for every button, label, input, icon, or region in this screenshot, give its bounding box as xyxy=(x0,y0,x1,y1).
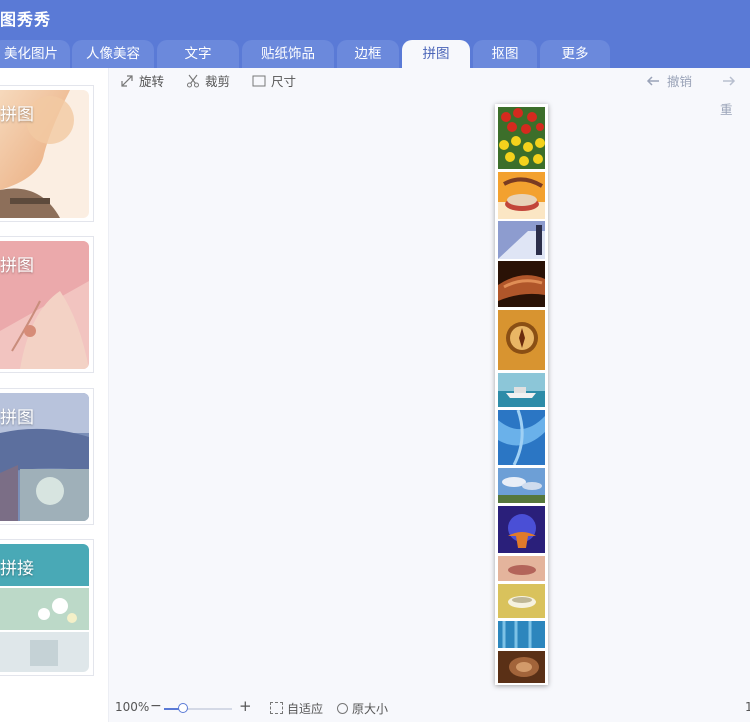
zoom-out-button[interactable]: − xyxy=(150,698,162,714)
rotate-button[interactable]: 旋转 xyxy=(120,68,164,96)
collage-photo-flowers[interactable] xyxy=(498,107,545,169)
collage-photo-lips[interactable] xyxy=(498,556,545,581)
template-label: 拼接 xyxy=(0,559,34,579)
tab-text[interactable]: 文字 xyxy=(157,40,239,68)
fit-label: 自适应 xyxy=(287,702,324,716)
tab-beautify[interactable]: 美化图片 xyxy=(0,40,70,68)
collage-photo-night[interactable] xyxy=(498,506,545,553)
size-button[interactable]: 尺寸 xyxy=(252,68,296,96)
app-title: 图秀秀 xyxy=(0,10,52,29)
collage-photo-film[interactable] xyxy=(498,172,545,219)
zoom-level: 100% xyxy=(115,700,150,714)
tab-collage[interactable]: 拼图 xyxy=(402,40,470,68)
template-card-3[interactable]: 拼图 xyxy=(0,388,94,525)
undo-label: 撤销 xyxy=(667,74,693,89)
arrow-left-icon xyxy=(646,76,659,86)
collage-photo-skin[interactable] xyxy=(498,261,545,307)
collage-photo-sky[interactable] xyxy=(498,468,545,503)
resize-icon xyxy=(252,75,266,87)
collage-photo-compass[interactable] xyxy=(498,310,545,370)
main-tabs: 美化图片 人像美容 文字 贴纸饰品 边框 拼图 抠图 更多 xyxy=(0,40,750,68)
scissors-icon xyxy=(187,74,199,88)
crop-label: 裁剪 xyxy=(205,74,231,89)
rotate-label: 旋转 xyxy=(139,74,165,89)
tab-cutout[interactable]: 抠图 xyxy=(473,40,537,68)
tab-frames[interactable]: 边框 xyxy=(337,40,399,68)
magnifier-icon xyxy=(337,703,348,714)
template-label: 拼图 xyxy=(0,256,34,276)
tab-stickers[interactable]: 贴纸饰品 xyxy=(242,40,334,68)
template-card-2[interactable]: 拼图 xyxy=(0,236,94,373)
fit-button[interactable]: 自适应 xyxy=(270,700,323,717)
crop-button[interactable]: 裁剪 xyxy=(186,68,230,96)
redo-button[interactable]: 重 xyxy=(720,68,750,117)
title-bar: 图秀秀 美化图片 人像美容 文字 贴纸饰品 边框 拼图 抠图 更多 xyxy=(0,0,750,68)
edit-toolbar: 旋转 裁剪 尺寸 撤销 重 xyxy=(108,68,750,117)
template-panel: 拼图 拼图 拼图 拼接 xyxy=(0,68,109,722)
page-indicator: 1 xyxy=(745,700,750,714)
editing-canvas[interactable] xyxy=(108,96,750,692)
zoom-slider-handle[interactable] xyxy=(178,703,189,713)
arrow-right-icon xyxy=(723,76,736,86)
collage-strip[interactable] xyxy=(495,104,548,685)
collage-photo-bowl[interactable] xyxy=(498,584,545,618)
zoom-slider[interactable] xyxy=(164,703,232,713)
original-size-label: 原大小 xyxy=(352,702,389,716)
collage-photo-boat[interactable] xyxy=(498,373,545,407)
template-card-4[interactable]: 拼接 xyxy=(0,539,94,676)
rotate-icon xyxy=(121,75,133,87)
collage-photo-blue[interactable] xyxy=(498,410,545,465)
fit-icon xyxy=(270,702,283,714)
collage-photo-wood[interactable] xyxy=(498,651,545,683)
zoom-in-button[interactable]: + xyxy=(239,697,252,715)
tab-portrait[interactable]: 人像美容 xyxy=(72,40,154,68)
template-card-1[interactable]: 拼图 xyxy=(0,85,94,222)
template-label: 拼图 xyxy=(0,105,34,125)
original-size-button[interactable]: 原大小 xyxy=(337,700,388,717)
zoom-bar: 100% − + 自适应 原大小 1 xyxy=(108,692,750,722)
undo-button[interactable]: 撤销 xyxy=(644,68,692,96)
collage-photo-denim[interactable] xyxy=(498,621,545,648)
tab-more[interactable]: 更多 xyxy=(540,40,610,68)
size-label: 尺寸 xyxy=(271,74,297,89)
collage-photo-abstract[interactable] xyxy=(498,221,545,259)
template-label: 拼图 xyxy=(0,408,34,428)
